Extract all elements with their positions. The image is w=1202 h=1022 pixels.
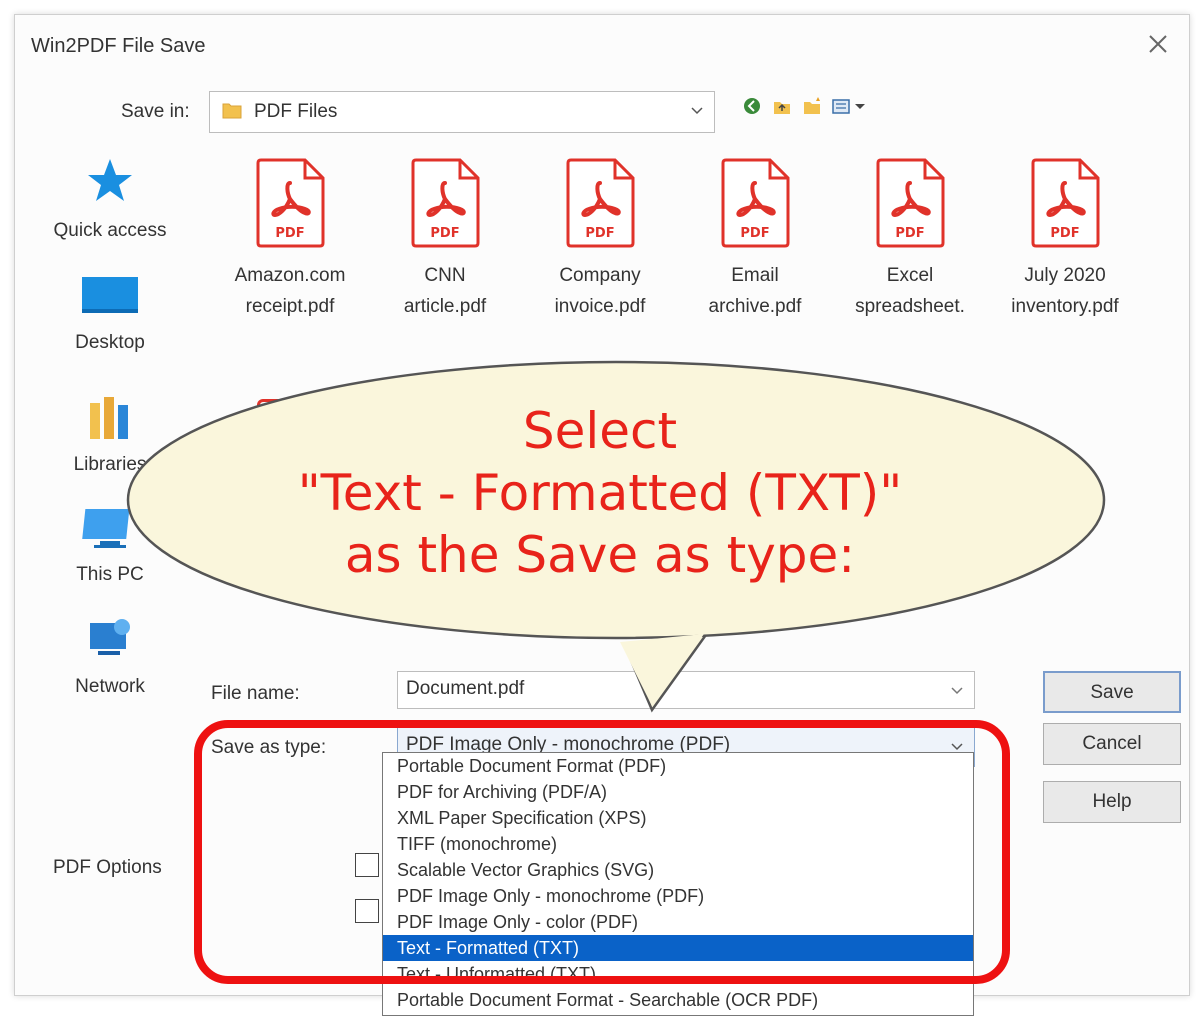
folder-icon (222, 103, 242, 119)
star-icon (88, 159, 132, 201)
callout-text: Select "Text - Formatted (TXT)" as the S… (297, 402, 903, 584)
place-quick-access[interactable]: Quick access (35, 155, 185, 242)
file-item[interactable]: PDF Company invoice.pdf (523, 157, 677, 322)
view-menu-icon[interactable] (831, 95, 869, 117)
file-name-label: Excel spreadsheet. (855, 265, 965, 317)
file-name-label: Company invoice.pdf (554, 265, 646, 317)
back-icon[interactable] (741, 95, 763, 117)
file-name-label: July 2020 inventory.pdf (1011, 265, 1119, 317)
chevron-down-icon (691, 107, 703, 115)
save-in-combobox[interactable]: PDF Files (209, 91, 715, 133)
place-desktop[interactable]: Desktop (35, 273, 185, 354)
file-name-label: Email archive.pdf (708, 265, 802, 317)
svg-text:PDF: PDF (895, 226, 924, 241)
close-icon[interactable] (1143, 29, 1173, 59)
file-item[interactable]: PDF July 2020 inventory.pdf (988, 157, 1142, 322)
pdf-file-icon: PDF (256, 158, 325, 248)
desktop-icon (82, 277, 138, 313)
pdf-file-icon: PDF (876, 158, 945, 248)
file-item[interactable]: PDF Excel spreadsheet. (833, 157, 987, 322)
pdf-file-icon: PDF (721, 158, 790, 248)
svg-text:PDF: PDF (275, 226, 304, 241)
file-name-label: CNN article.pdf (403, 265, 487, 317)
save-in-label: Save in: (121, 101, 190, 122)
up-folder-icon[interactable] (771, 95, 793, 117)
pdf-file-icon: PDF (411, 158, 480, 248)
pdf-options-label: PDF Options (53, 857, 162, 878)
file-item[interactable]: PDF Email archive.pdf (678, 157, 832, 322)
highlight-annotation (194, 720, 1010, 984)
dialog-title: Win2PDF File Save (31, 35, 206, 57)
save-in-value: PDF Files (254, 101, 338, 122)
svg-text:PDF: PDF (1050, 226, 1079, 241)
file-item[interactable]: PDF CNN article.pdf (368, 157, 522, 322)
cancel-button[interactable]: Cancel (1043, 723, 1181, 765)
help-button[interactable]: Help (1043, 781, 1181, 823)
pdf-file-icon: PDF (1031, 158, 1100, 248)
svg-text:PDF: PDF (740, 226, 769, 241)
new-folder-icon[interactable] (801, 95, 823, 117)
pdf-file-icon: PDF (566, 158, 635, 248)
dropdown-option[interactable]: Portable Document Format - Searchable (O… (383, 987, 973, 1013)
svg-text:PDF: PDF (585, 226, 614, 241)
svg-text:PDF: PDF (430, 226, 459, 241)
file-item[interactable]: PDF Amazon.com receipt.pdf (213, 157, 367, 322)
file-name-label: Amazon.com receipt.pdf (234, 265, 346, 317)
